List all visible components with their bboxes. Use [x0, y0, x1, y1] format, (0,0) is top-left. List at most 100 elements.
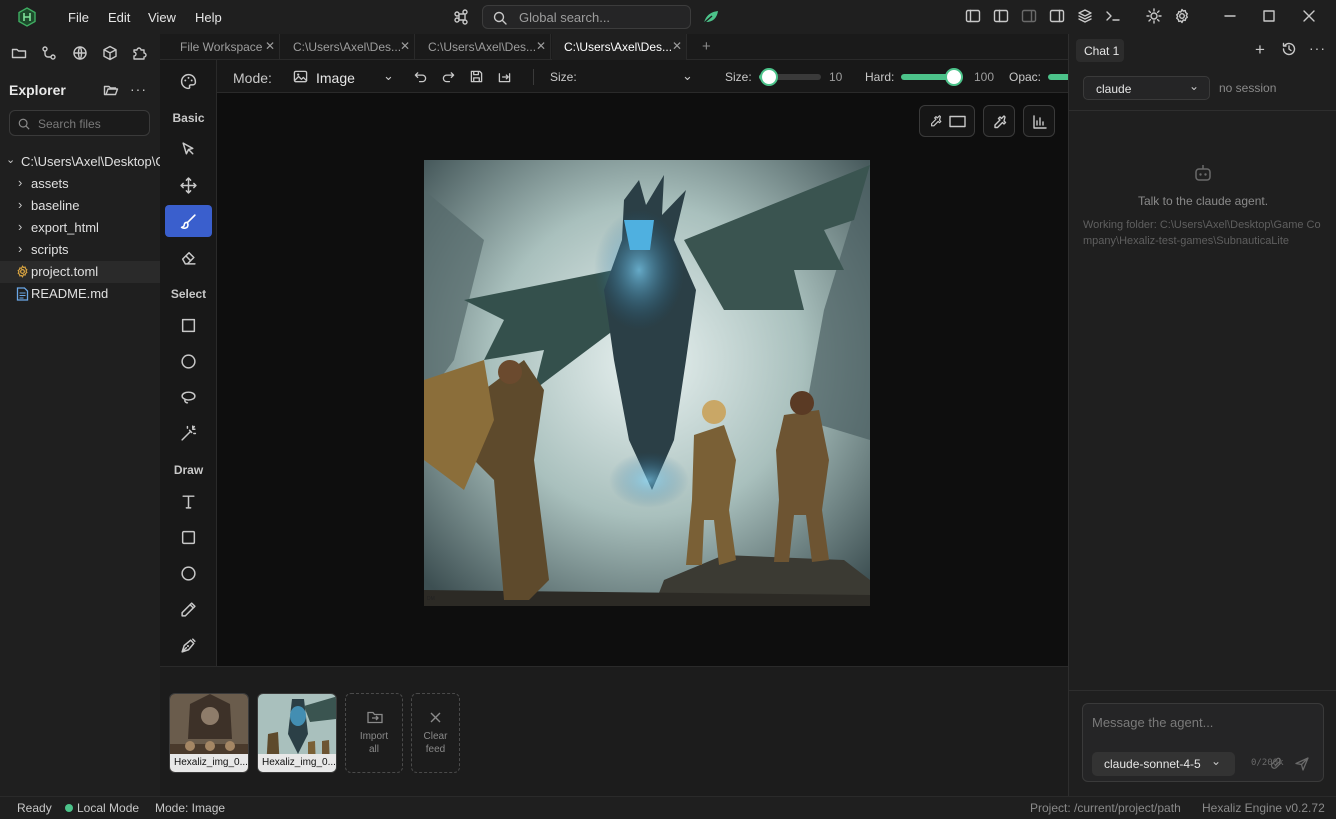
brush-tool[interactable] [165, 205, 212, 237]
pen-tool[interactable] [165, 629, 212, 661]
text-tool[interactable] [165, 485, 212, 517]
command-palette-icon[interactable] [454, 9, 470, 25]
chat-tab[interactable]: Chat 1 [1076, 39, 1124, 62]
image-feed: Hexaliz_img_0... Hexaliz_img_0... Import… [160, 666, 1068, 796]
search-icon [18, 118, 30, 130]
toggle-sidebar-icon[interactable] [993, 8, 1011, 26]
tab-file-workspace[interactable]: File Workspace ✕ [168, 34, 280, 60]
feed-thumbnail[interactable]: Hexaliz_img_0... [169, 693, 249, 773]
export-icon[interactable] [498, 70, 511, 83]
folder-icon[interactable] [11, 45, 27, 61]
thumbnail-caption: Hexaliz_img_0... [170, 754, 248, 772]
ellipse-draw-tool[interactable] [165, 557, 212, 589]
save-icon[interactable] [470, 70, 483, 83]
tree-item-export-html[interactable]: › export_html [0, 217, 160, 239]
menu-view[interactable]: View [148, 10, 176, 25]
artwork-image[interactable]: DM [424, 160, 870, 606]
tab-label: C:\Users\Axel\Des... [564, 40, 673, 54]
image-canvas[interactable]: DM [217, 93, 1068, 666]
leaf-icon[interactable] [702, 9, 720, 25]
chevron-down-icon: ⌄ [6, 154, 16, 166]
toggle-right-panel-dim-icon[interactable] [1021, 8, 1039, 26]
eraser-tool[interactable] [165, 241, 212, 273]
hardness-slider-thumb[interactable] [945, 68, 963, 86]
history-icon[interactable] [1282, 42, 1296, 56]
size-preset-chevron-icon[interactable]: ⌄ [682, 68, 693, 84]
new-tab-plus-icon[interactable]: + [702, 38, 711, 55]
hardness-slider[interactable] [901, 68, 963, 86]
redo-icon[interactable] [442, 70, 455, 83]
clear-feed-button[interactable]: Clear feed [411, 693, 460, 773]
mode-select-value[interactable]: Image [316, 70, 355, 86]
mode-chevron-down-icon[interactable]: ⌄ [383, 68, 394, 84]
message-input[interactable]: Message the agent... claude-sonnet-4-5 ⌄… [1082, 703, 1324, 782]
ellipse-select-tool[interactable] [165, 345, 212, 377]
more-options-icon[interactable]: ··· [130, 81, 147, 97]
rect-select-tool[interactable] [165, 309, 212, 341]
close-tab-icon[interactable]: ✕ [400, 39, 410, 53]
undo-icon[interactable] [414, 70, 427, 83]
move-tool[interactable] [165, 169, 212, 201]
open-folder-icon[interactable] [103, 82, 119, 98]
pencil-tool[interactable] [165, 593, 212, 625]
opacity-slider[interactable] [1048, 74, 1068, 80]
tree-item-project-toml[interactable]: project.toml [0, 261, 160, 283]
size-label: Size: [725, 70, 752, 84]
tab-path-1[interactable]: C:\Users\Axel\Des... ✕ [281, 34, 415, 60]
menu-help[interactable]: Help [195, 10, 222, 25]
tree-item-scripts[interactable]: › scripts [0, 239, 160, 261]
new-chat-plus-icon[interactable]: + [1255, 40, 1265, 60]
agent-select[interactable]: claude ⌄ [1083, 76, 1210, 100]
rectangle-icon [949, 115, 966, 128]
import-all-button[interactable]: Import all [345, 693, 403, 773]
tree-item-readme[interactable]: README.md [0, 283, 160, 305]
tree-root-folder[interactable]: ⌄ C:\Users\Axel\Desktop\G [0, 151, 160, 173]
explorer-title: Explorer [9, 82, 66, 98]
close-window-icon[interactable] [1301, 8, 1319, 26]
globe-icon[interactable] [72, 45, 88, 61]
source-graph-icon[interactable] [41, 45, 57, 61]
tree-item-assets[interactable]: › assets [0, 173, 160, 195]
close-tab-icon[interactable]: ✕ [672, 39, 682, 53]
puzzle-icon[interactable] [131, 45, 147, 61]
size-slider-thumb[interactable] [760, 68, 778, 86]
section-draw: Draw [173, 463, 204, 477]
menu-file[interactable]: File [68, 10, 89, 25]
menu-edit[interactable]: Edit [108, 10, 130, 25]
layers-icon[interactable] [1077, 8, 1095, 26]
magic-wand-tool[interactable] [165, 417, 212, 449]
picker-area-button[interactable] [919, 105, 975, 137]
lasso-tool[interactable] [165, 381, 212, 413]
svg-text:DM: DM [427, 596, 435, 602]
toggle-right-panel-icon[interactable] [1049, 8, 1067, 26]
histogram-button[interactable] [1023, 105, 1055, 137]
explorer-search-input[interactable]: Search files [9, 110, 150, 136]
tab-path-2[interactable]: C:\Users\Axel\Des... ✕ [416, 34, 551, 60]
chat-more-icon[interactable]: ··· [1309, 40, 1326, 56]
close-tab-icon[interactable]: ✕ [265, 39, 275, 53]
send-icon[interactable] [1295, 757, 1309, 771]
eyedropper-button[interactable] [983, 105, 1015, 137]
rectangle-draw-tool[interactable] [165, 521, 212, 553]
minimize-icon[interactable] [1222, 8, 1240, 26]
maximize-icon[interactable] [1261, 8, 1279, 26]
model-select[interactable]: claude-sonnet-4-5 ⌄ [1092, 752, 1235, 776]
palette-tool[interactable] [165, 65, 212, 97]
settings-gear-icon[interactable] [1174, 8, 1192, 26]
terminal-icon[interactable] [1105, 8, 1123, 26]
feed-thumbnail[interactable]: Hexaliz_img_0... [257, 693, 337, 773]
cube-icon[interactable] [102, 45, 118, 61]
global-search-input[interactable]: Global search... [482, 5, 691, 29]
global-search-placeholder: Global search... [519, 10, 611, 25]
tree-item-label: export_html [31, 220, 99, 235]
close-tab-icon[interactable]: ✕ [536, 39, 546, 53]
tab-path-3-active[interactable]: C:\Users\Axel\Des... ✕ [552, 34, 687, 60]
editor-tabs: File Workspace ✕ C:\Users\Axel\Des... ✕ … [160, 34, 1068, 60]
tree-item-baseline[interactable]: › baseline [0, 195, 160, 217]
select-arrow-tool[interactable] [165, 133, 212, 165]
attach-icon[interactable] [1270, 757, 1283, 770]
size-slider[interactable] [759, 68, 821, 86]
section-basic: Basic [172, 111, 205, 125]
toggle-left-panel-icon[interactable] [965, 8, 983, 26]
theme-sun-icon[interactable] [1146, 8, 1164, 26]
